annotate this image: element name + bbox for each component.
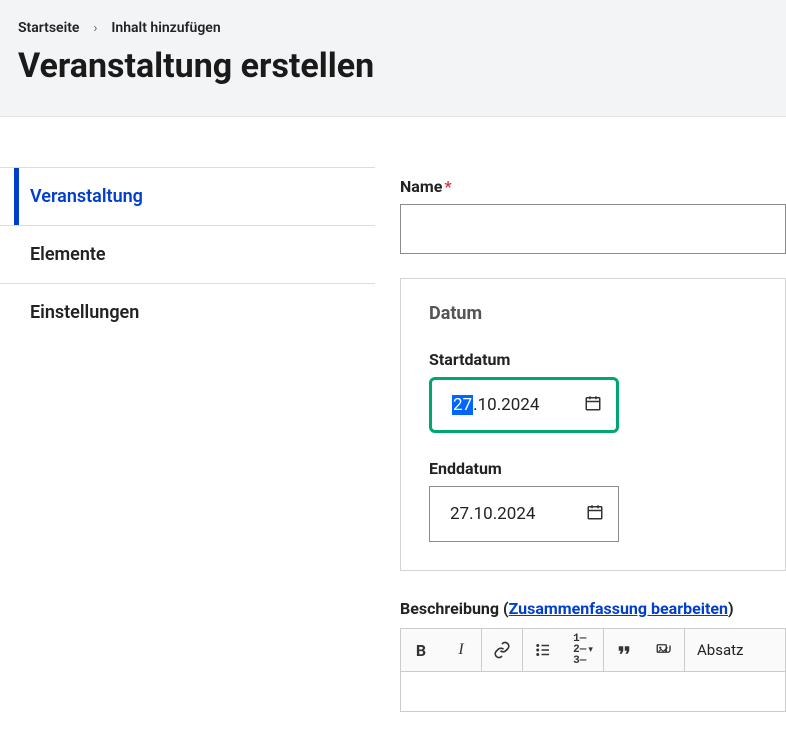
name-input[interactable] xyxy=(400,204,786,254)
start-date-day-selected: 27 xyxy=(452,395,473,415)
edit-summary-link[interactable]: Zusammenfassung bearbeiten xyxy=(509,599,728,618)
tab-event[interactable]: Veranstaltung xyxy=(0,168,375,226)
date-fieldset: Datum Startdatum 27.10.2024 xyxy=(400,278,786,571)
calendar-icon[interactable] xyxy=(586,503,604,525)
blockquote-button[interactable] xyxy=(604,629,644,671)
breadcrumb-home[interactable]: Startseite xyxy=(18,20,79,36)
bullet-list-button[interactable] xyxy=(523,629,563,671)
editor-toolbar: B I 1—2—3— xyxy=(400,628,786,672)
editor-body[interactable] xyxy=(400,672,786,712)
italic-button[interactable]: I xyxy=(441,629,481,671)
vertical-tabs: Veranstaltung Elemente Einstellungen xyxy=(0,167,375,736)
breadcrumb-separator-icon: › xyxy=(93,21,97,36)
name-label: Name* xyxy=(400,177,786,196)
required-star-icon: * xyxy=(444,177,451,196)
end-date-value: 27.10.2024 xyxy=(450,504,535,524)
breadcrumb-add-content[interactable]: Inhalt hinzufügen xyxy=(111,20,220,36)
description-label: Beschreibung (Zusammenfassung bearbeiten… xyxy=(400,599,786,618)
calendar-icon[interactable] xyxy=(584,394,602,416)
bold-button[interactable]: B xyxy=(401,629,441,671)
end-date-label: Enddatum xyxy=(429,459,757,478)
breadcrumb: Startseite › Inhalt hinzufügen xyxy=(18,20,768,36)
start-date-label: Startdatum xyxy=(429,350,757,369)
numbered-list-button[interactable]: 1—2—3— ▾ xyxy=(563,629,603,671)
page-title: Veranstaltung erstellen xyxy=(18,46,768,86)
tab-settings[interactable]: Einstellungen xyxy=(0,284,375,341)
start-date-rest: .10.2024 xyxy=(473,395,539,415)
tab-elements[interactable]: Elemente xyxy=(0,226,375,284)
paragraph-format-select[interactable]: Absatz xyxy=(685,629,755,671)
end-date-input[interactable]: 27.10.2024 xyxy=(429,486,619,542)
media-button[interactable] xyxy=(644,629,684,671)
link-button[interactable] xyxy=(482,629,522,671)
start-date-input[interactable]: 27.10.2024 xyxy=(429,377,619,433)
date-section-label: Datum xyxy=(429,303,757,324)
